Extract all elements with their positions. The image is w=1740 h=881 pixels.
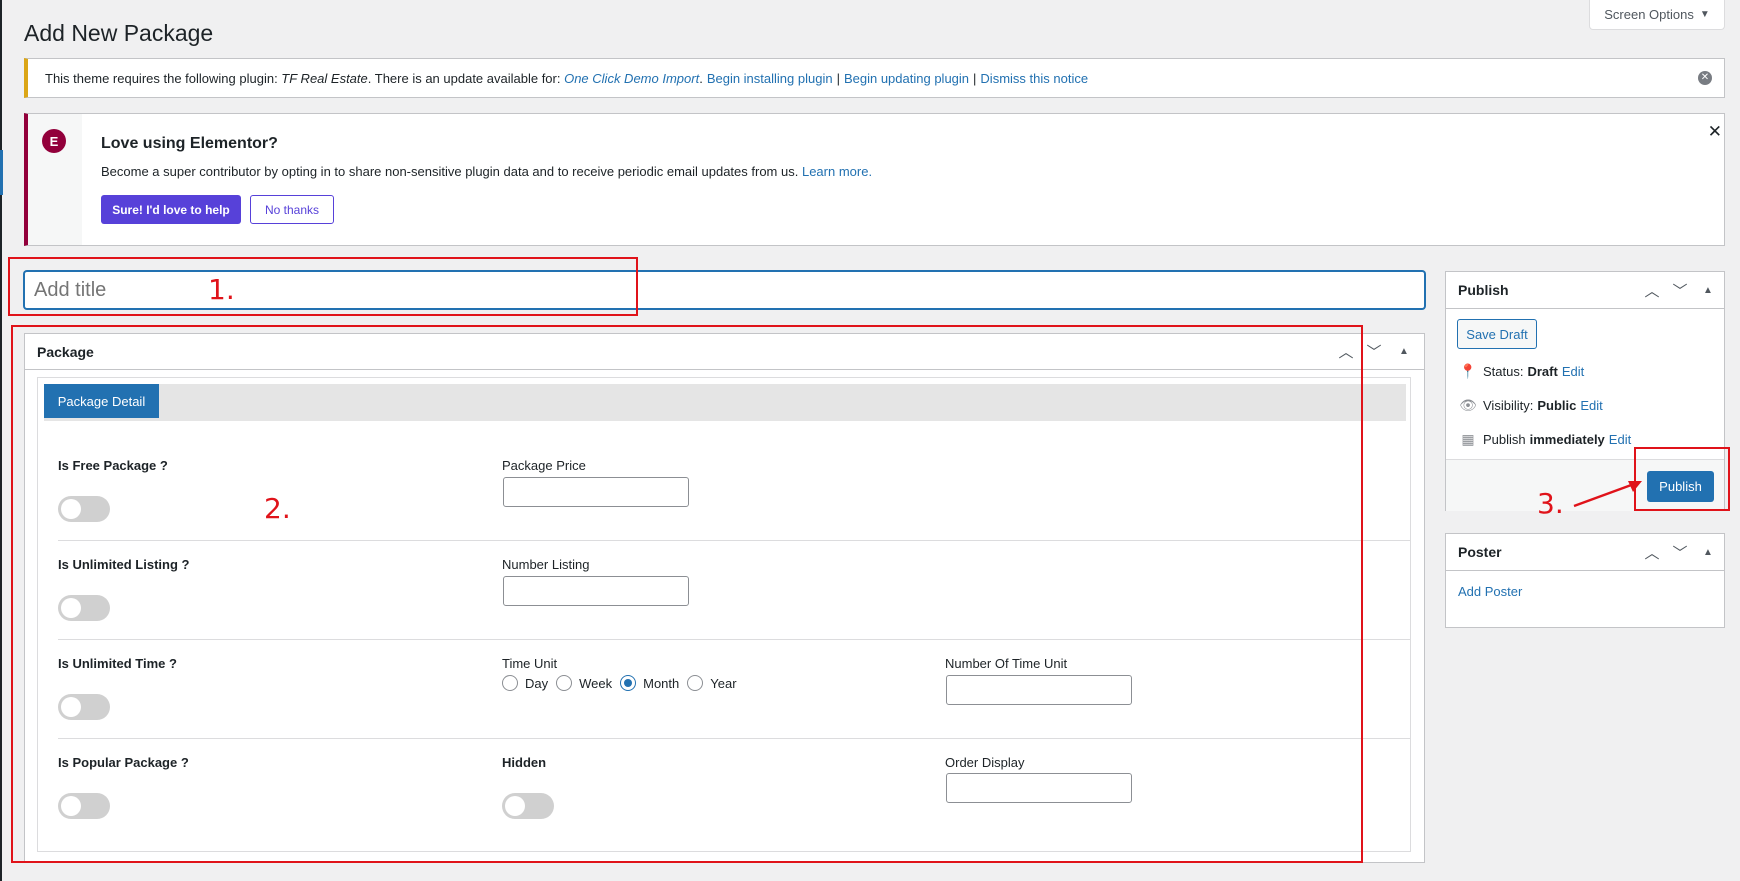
visibility-row: 👁 Visibility: Public Edit — [1458, 397, 1603, 414]
no-thanks-button[interactable]: No thanks — [250, 195, 334, 224]
elementor-notice-body: Become a super contributor by opting in … — [101, 164, 799, 179]
annotation-number-3: 3. — [1537, 487, 1564, 520]
poster-metabox: Poster ︿ ﹀ ▲ Add Poster — [1445, 533, 1725, 628]
eye-icon: 👁 — [1459, 397, 1477, 413]
learn-more-link[interactable]: Learn more. — [802, 164, 872, 179]
publish-metabox-title: Publish — [1458, 282, 1509, 298]
dismiss-notice-link[interactable]: Dismiss this notice — [980, 71, 1088, 86]
status-value: Draft — [1527, 364, 1558, 379]
publish-date-row: ▦ Publish immediately Edit — [1458, 431, 1631, 448]
close-circle-icon[interactable]: ✕ — [1698, 71, 1712, 85]
page-title: Add New Package — [24, 20, 214, 46]
pin-icon: 📍 — [1459, 363, 1477, 379]
elementor-icon-column: E — [28, 114, 82, 245]
annotation-number-1: 1. — [208, 273, 235, 306]
notice-update-plugin-link[interactable]: One Click Demo Import — [564, 71, 699, 86]
edit-publish-date-link[interactable]: Edit — [1609, 432, 1631, 447]
chevron-down-icon[interactable]: ﹀ — [1364, 341, 1384, 361]
chevron-down-icon: ▼ — [1699, 9, 1710, 20]
poster-metabox-header: Poster ︿ ﹀ ▲ — [1446, 534, 1724, 571]
annotation-box-1 — [8, 257, 638, 316]
visibility-value: Public — [1537, 398, 1577, 413]
chevron-down-icon[interactable]: ﹀ — [1670, 280, 1690, 300]
save-draft-button[interactable]: Save Draft — [1457, 319, 1537, 349]
elementor-notice: E Love using Elementor? Become a super c… — [24, 113, 1725, 246]
elementor-notice-title: Love using Elementor? — [101, 135, 278, 152]
notice-text-prefix: This theme requires the following plugin… — [45, 70, 282, 86]
notice-separator: | — [973, 70, 977, 86]
collapse-toggle-icon[interactable]: ▲ — [1394, 341, 1414, 361]
publish-date-label: Publish — [1483, 432, 1526, 447]
edit-status-link[interactable]: Edit — [1562, 364, 1584, 379]
publish-date-value: immediately — [1529, 432, 1605, 447]
elementor-notice-text: Become a super contributor by opting in … — [101, 164, 872, 179]
begin-updating-link[interactable]: Begin updating plugin — [844, 71, 969, 86]
begin-installing-link[interactable]: Begin installing plugin — [707, 71, 833, 86]
chevron-down-icon[interactable]: ﹀ — [1670, 542, 1690, 562]
opt-in-button[interactable]: Sure! I'd love to help — [101, 195, 241, 224]
chevron-up-icon[interactable]: ︿ — [1642, 542, 1662, 562]
notice-text-dot: . — [699, 70, 703, 86]
calendar-icon: ▦ — [1461, 431, 1475, 447]
annotation-number-2: 2. — [264, 492, 291, 525]
edit-visibility-link[interactable]: Edit — [1580, 398, 1602, 413]
add-poster-link[interactable]: Add Poster — [1458, 584, 1522, 599]
notice-required-plugin: TF Real Estate — [281, 70, 368, 86]
chevron-up-icon[interactable]: ︿ — [1642, 280, 1662, 300]
notice-separator: | — [836, 70, 840, 86]
elementor-logo-icon: E — [42, 129, 66, 153]
screen-options-button[interactable]: Screen Options ▼ — [1589, 0, 1725, 30]
notice-text-mid: . There is an update available for: — [367, 70, 565, 86]
status-label: Status: — [1483, 364, 1524, 379]
annotation-arrow — [1573, 481, 1642, 508]
publish-metabox-header: Publish ︿ ﹀ ▲ — [1446, 272, 1724, 309]
annotation-box-2 — [11, 325, 1363, 863]
collapse-toggle-icon[interactable]: ▲ — [1698, 280, 1718, 300]
close-icon[interactable]: ✕ — [1708, 122, 1722, 142]
admin-sidebar-edge — [0, 0, 2, 881]
visibility-label: Visibility: — [1483, 398, 1534, 413]
collapse-toggle-icon[interactable]: ▲ — [1698, 542, 1718, 562]
poster-metabox-title: Poster — [1458, 544, 1502, 560]
status-row: 📍 Status: Draft Edit — [1458, 363, 1584, 380]
screen-options-label: Screen Options — [1604, 7, 1694, 22]
plugin-notice: This theme requires the following plugin… — [24, 58, 1725, 98]
admin-sidebar-active-edge — [0, 150, 3, 195]
